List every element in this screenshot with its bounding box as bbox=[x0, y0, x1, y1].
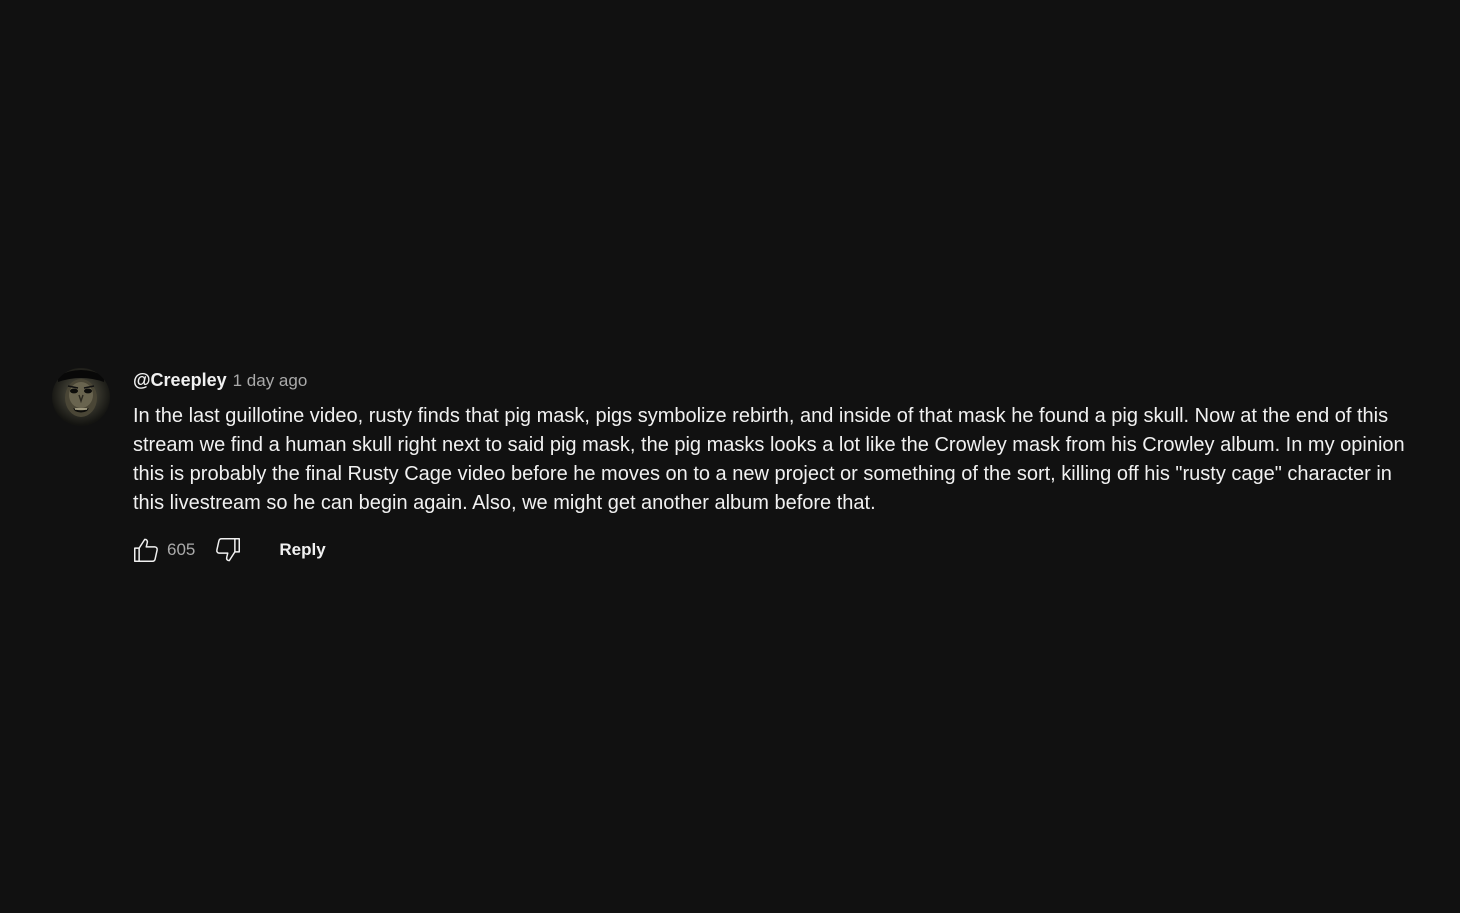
comment-text: In the last guillotine video, rusty find… bbox=[133, 405, 1405, 514]
reply-button[interactable]: Reply bbox=[279, 540, 325, 560]
comment-header: @Creepley 1 day ago bbox=[133, 370, 1442, 396]
avatar[interactable] bbox=[52, 368, 110, 426]
comment-timestamp[interactable]: 1 day ago bbox=[233, 371, 308, 391]
thumbs-down-icon bbox=[216, 538, 241, 562]
comment-actions: 605 Reply bbox=[129, 532, 1442, 568]
avatar-face-image bbox=[58, 370, 104, 417]
dislike-button[interactable] bbox=[211, 533, 245, 567]
like-button[interactable] bbox=[129, 533, 163, 567]
comment-thread: @Creepley 1 day ago In the last guilloti… bbox=[52, 368, 1442, 568]
comment-body: @Creepley 1 day ago In the last guilloti… bbox=[133, 368, 1442, 568]
page: @Creepley 1 day ago In the last guilloti… bbox=[0, 0, 1460, 913]
author-name[interactable]: @Creepley bbox=[133, 370, 227, 391]
like-count: 605 bbox=[167, 540, 196, 559]
thumbs-up-icon bbox=[134, 538, 158, 562]
